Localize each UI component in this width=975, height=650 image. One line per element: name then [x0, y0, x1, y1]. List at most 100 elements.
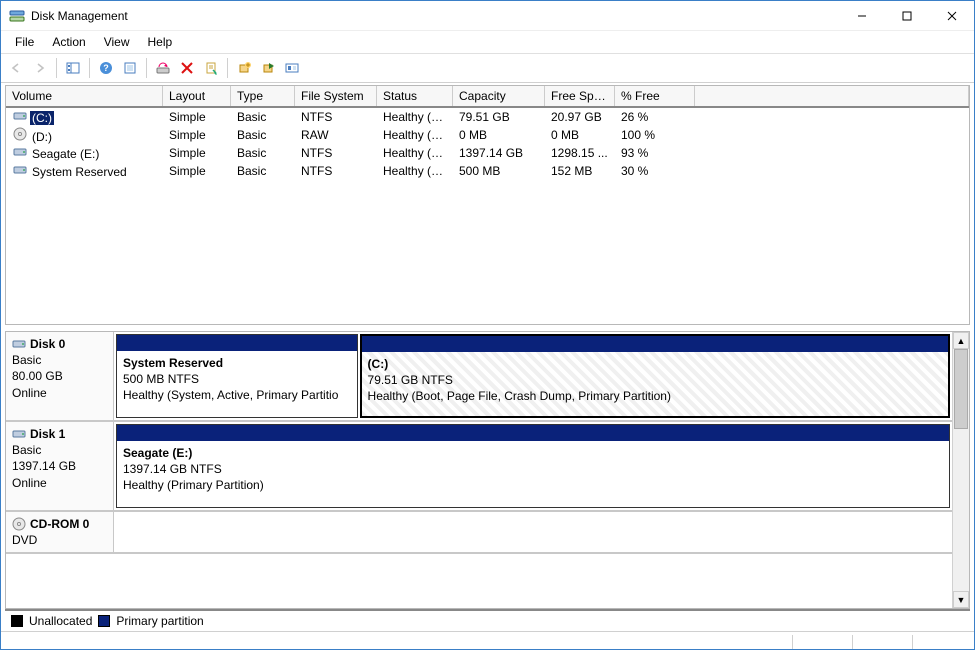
volume-icon: [12, 146, 28, 158]
partition-name: Seagate (E:): [123, 445, 943, 461]
disk-info[interactable]: Disk 0Basic80.00 GBOnline: [6, 332, 114, 420]
col-free[interactable]: Free Spa...: [545, 86, 615, 106]
col-pct[interactable]: % Free: [615, 86, 695, 106]
partition-name: (C:): [368, 356, 942, 372]
disk-status: Online: [12, 475, 107, 491]
title-bar: Disk Management: [1, 1, 974, 31]
volume-row[interactable]: (D:)SimpleBasicRAWHealthy (P...0 MB0 MB1…: [6, 126, 969, 144]
svg-text:?: ?: [103, 63, 109, 73]
volume-name: Seagate (E:): [30, 147, 101, 161]
legend-label-unallocated: Unallocated: [29, 614, 92, 628]
col-layout[interactable]: Layout: [163, 86, 231, 106]
volume-free: 0 MB: [545, 125, 615, 145]
refresh-button[interactable]: [119, 57, 141, 79]
disk-row: Disk 0Basic80.00 GBOnlineSystem Reserved…: [6, 332, 952, 422]
legend-label-primary: Primary partition: [116, 614, 203, 628]
partition-color-bar: [117, 335, 357, 351]
volume-status: Healthy (P...: [377, 125, 453, 145]
disk-icon: [12, 428, 26, 440]
volume-free: 1298.15 ...: [545, 143, 615, 163]
scroll-track[interactable]: [953, 349, 969, 591]
disk-name: CD-ROM 0: [30, 516, 89, 532]
col-volume[interactable]: Volume: [6, 86, 163, 106]
disk-kind: DVD: [12, 532, 107, 548]
volume-status: Healthy (P...: [377, 143, 453, 163]
delete-button[interactable]: [176, 57, 198, 79]
volume-fs: NTFS: [295, 143, 377, 163]
menu-bar: File Action View Help: [1, 31, 974, 53]
partition-status: Healthy (System, Active, Primary Partiti…: [123, 387, 351, 403]
col-capacity[interactable]: Capacity: [453, 86, 545, 106]
volume-pct: 100 %: [615, 125, 695, 145]
extend-volume-button[interactable]: [257, 57, 279, 79]
scroll-up-button[interactable]: ▲: [953, 332, 969, 349]
menu-help[interactable]: Help: [140, 33, 181, 51]
volume-name: (C:): [30, 111, 54, 125]
disk-partitions: [114, 512, 952, 552]
rescan-disks-button[interactable]: [152, 57, 174, 79]
menu-action[interactable]: Action: [44, 33, 93, 51]
menu-file[interactable]: File: [7, 33, 42, 51]
settings-button[interactable]: [281, 57, 303, 79]
disk-name: Disk 0: [30, 336, 65, 352]
disk-size: 1397.14 GB: [12, 458, 107, 474]
content-area: Volume Layout Type File System Status Ca…: [1, 83, 974, 631]
status-bar: [1, 631, 974, 649]
menu-view[interactable]: View: [96, 33, 138, 51]
vertical-scrollbar[interactable]: ▲ ▼: [952, 332, 969, 608]
partition[interactable]: System Reserved500 MB NTFSHealthy (Syste…: [116, 334, 358, 418]
volume-capacity: 0 MB: [453, 125, 545, 145]
new-volume-button[interactable]: [233, 57, 255, 79]
back-button[interactable]: [5, 57, 27, 79]
partition-status: Healthy (Primary Partition): [123, 477, 943, 493]
disk-partitions: System Reserved500 MB NTFSHealthy (Syste…: [114, 332, 952, 420]
scroll-thumb[interactable]: [954, 349, 968, 429]
volume-layout: Simple: [163, 161, 231, 181]
disk-row: Disk 1Basic1397.14 GBOnlineSeagate (E:)1…: [6, 422, 952, 512]
volume-capacity: 1397.14 GB: [453, 143, 545, 163]
show-console-tree-button[interactable]: [62, 57, 84, 79]
volume-fs: NTFS: [295, 161, 377, 181]
volume-icon: [12, 110, 28, 122]
disk-name: Disk 1: [30, 426, 65, 442]
scroll-down-button[interactable]: ▼: [953, 591, 969, 608]
partition-name: System Reserved: [123, 355, 351, 371]
col-status[interactable]: Status: [377, 86, 453, 106]
app-icon: [9, 8, 25, 24]
volumes-body[interactable]: (C:)SimpleBasicNTFSHealthy (B...79.51 GB…: [6, 108, 969, 324]
volume-row[interactable]: System ReservedSimpleBasicNTFSHealthy (S…: [6, 162, 969, 180]
disk-kind: Basic: [12, 352, 107, 368]
minimize-button[interactable]: [839, 1, 884, 31]
partition-size: 79.51 GB NTFS: [368, 372, 942, 388]
volume-row[interactable]: Seagate (E:)SimpleBasicNTFSHealthy (P...…: [6, 144, 969, 162]
volume-fs: RAW: [295, 125, 377, 145]
disk-info[interactable]: CD-ROM 0DVD: [6, 512, 114, 552]
forward-button[interactable]: [29, 57, 51, 79]
col-type[interactable]: Type: [231, 86, 295, 106]
partition[interactable]: (C:)79.51 GB NTFSHealthy (Boot, Page Fil…: [360, 334, 950, 418]
disks-scroll-area: Disk 0Basic80.00 GBOnlineSystem Reserved…: [6, 332, 952, 608]
disk-size: 80.00 GB: [12, 368, 107, 384]
col-fs[interactable]: File System: [295, 86, 377, 106]
close-button[interactable]: [929, 1, 974, 31]
partition-size: 500 MB NTFS: [123, 371, 351, 387]
volume-type: Basic: [231, 143, 295, 163]
volume-pct: 30 %: [615, 161, 695, 181]
volume-free: 152 MB: [545, 161, 615, 181]
volume-name: (D:): [30, 130, 54, 144]
partition-size: 1397.14 GB NTFS: [123, 461, 943, 477]
disk-info[interactable]: Disk 1Basic1397.14 GBOnline: [6, 422, 114, 510]
partition-color-bar: [117, 425, 949, 441]
disk-management-window: Disk Management File Action View Help: [0, 0, 975, 650]
properties-button[interactable]: [200, 57, 222, 79]
volume-layout: Simple: [163, 125, 231, 145]
disks-pane: Disk 0Basic80.00 GBOnlineSystem Reserved…: [5, 331, 970, 609]
partition[interactable]: Seagate (E:)1397.14 GB NTFSHealthy (Prim…: [116, 424, 950, 508]
help-button[interactable]: ?: [95, 57, 117, 79]
legend-swatch-unallocated: [11, 615, 23, 627]
volumes-pane: Volume Layout Type File System Status Ca…: [5, 85, 970, 325]
legend-swatch-primary: [98, 615, 110, 627]
disk-icon: [12, 517, 26, 531]
maximize-button[interactable]: [884, 1, 929, 31]
col-rest[interactable]: [695, 86, 969, 106]
